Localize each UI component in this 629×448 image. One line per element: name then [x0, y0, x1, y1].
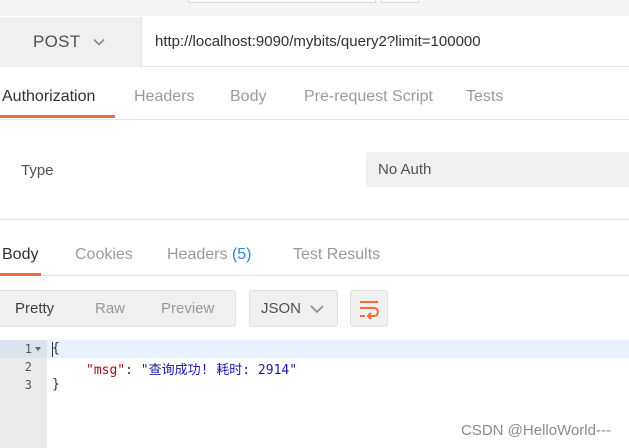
json-string-value: "查询成功! 耗时: 2914" — [140, 363, 298, 378]
text-cursor — [52, 342, 53, 357]
tab-body[interactable]: Body — [230, 88, 266, 106]
active-response-tab-indicator — [0, 273, 41, 276]
tab-response-body[interactable]: Body — [2, 246, 38, 264]
view-preview-button[interactable]: Preview — [161, 300, 214, 317]
chevron-down-icon — [92, 38, 105, 46]
tab-pre-request-script[interactable]: Pre-request Script — [304, 88, 433, 106]
code-line-2: "msg": "查询成功! 耗时: 2914" — [86, 359, 297, 378]
method-select[interactable]: POST — [0, 17, 142, 67]
auth-type-select[interactable]: No Auth — [366, 152, 629, 187]
line-number: 1 — [24, 342, 32, 356]
line-number: 3 — [24, 378, 32, 392]
headers-count-badge: (5) — [231, 246, 252, 263]
active-tab-indicator — [0, 115, 115, 118]
auth-type-row: Type No Auth — [0, 120, 629, 220]
format-label: JSON — [261, 300, 302, 317]
active-line-highlight — [0, 340, 629, 358]
tab-authorization[interactable]: Authorization — [2, 88, 95, 106]
cropped-tab-fragment — [188, 0, 376, 3]
method-label: POST — [33, 32, 81, 51]
view-raw-button[interactable]: Raw — [95, 300, 125, 317]
format-select[interactable]: JSON — [249, 290, 338, 327]
code-line-1: { — [52, 341, 60, 356]
request-url-bar: POST http://localhost:9090/mybits/query2… — [0, 17, 629, 67]
tab-response-headers[interactable]: Headers (5) — [167, 246, 252, 264]
tab-cookies[interactable]: Cookies — [75, 246, 133, 264]
response-toolbar: Pretty Raw Preview JSON — [0, 290, 629, 328]
json-separator: : — [125, 363, 141, 378]
fold-arrow-icon[interactable] — [35, 347, 41, 351]
watermark: CSDN @HelloWorld--- — [461, 422, 611, 439]
url-input[interactable]: http://localhost:9090/mybits/query2?limi… — [155, 17, 481, 67]
view-pretty-button[interactable]: Pretty — [15, 300, 54, 317]
tab-headers[interactable]: Headers — [134, 88, 194, 106]
type-label: Type — [21, 162, 54, 179]
response-tabs: Body Cookies Headers (5) Test Results — [0, 238, 629, 276]
tab-test-results[interactable]: Test Results — [293, 246, 380, 264]
view-mode-group: Pretty Raw Preview — [0, 290, 236, 327]
json-key: "msg" — [86, 363, 126, 378]
cropped-tab-fragment — [381, 0, 419, 3]
top-strip — [0, 0, 629, 16]
line-number: 2 — [24, 360, 32, 374]
tab-tests[interactable]: Tests — [466, 88, 503, 106]
code-line-3: } — [52, 377, 60, 392]
tab-response-headers-label: Headers — [167, 246, 228, 263]
wrap-lines-icon — [360, 301, 379, 320]
request-tabs: Authorization Headers Body Pre-request S… — [0, 80, 629, 120]
wrap-lines-button[interactable] — [350, 290, 388, 327]
chevron-down-icon — [310, 305, 324, 314]
